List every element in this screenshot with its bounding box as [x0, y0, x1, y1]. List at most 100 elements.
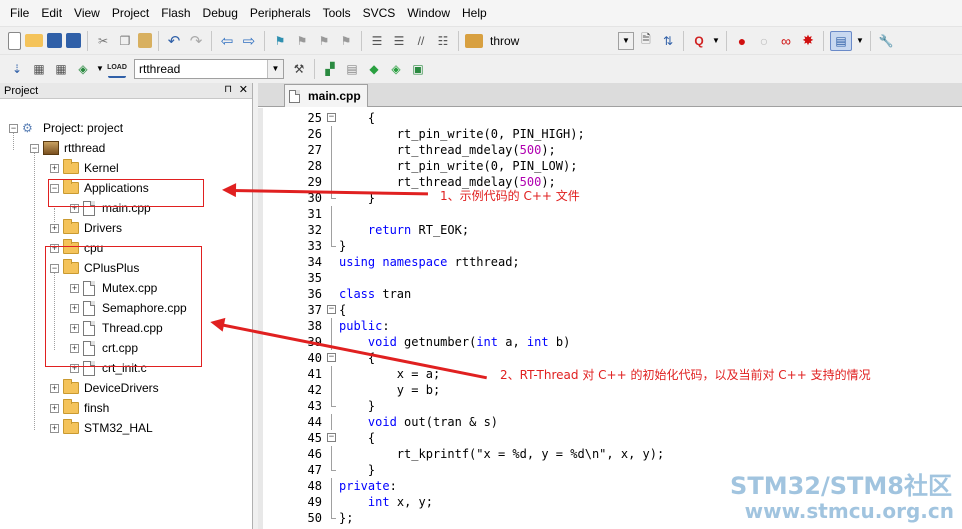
unindent-icon[interactable]: ☰	[390, 32, 408, 50]
tree-group-drivers[interactable]: + Drivers	[50, 218, 122, 238]
debug-session-icon[interactable]: Q	[690, 32, 708, 50]
paste-icon[interactable]	[138, 33, 152, 48]
expand-icon[interactable]: +	[50, 403, 59, 413]
standard-toolbar: ✂ ❐ ↶ ↷ ⇦ ⇨ ⚑ ⚑ ⚑ ⚑ ☰ ☰ // ☷ throw ▼ 🗎 ⇅…	[0, 26, 962, 54]
translate-icon[interactable]: ⇣	[8, 60, 26, 78]
code-line[interactable]: 27 rt_thread_mdelay(500);	[258, 142, 962, 158]
code-line[interactable]: 34 using namespace rtthread;	[258, 254, 962, 270]
rebuild-icon[interactable]: ▦	[52, 60, 70, 78]
build-icon[interactable]: ▦	[30, 60, 48, 78]
menu-flash[interactable]: Flash	[155, 0, 196, 26]
menu-edit[interactable]: Edit	[35, 0, 68, 26]
chevron-down-icon[interactable]: ▼	[618, 31, 634, 50]
code-line[interactable]: 31	[258, 206, 962, 222]
code-line[interactable]: 45− {	[258, 430, 962, 446]
code-line[interactable]: 25− {	[258, 110, 962, 126]
tree-group-kernel[interactable]: + Kernel	[50, 158, 119, 178]
code-line[interactable]: 42 y = b;	[258, 382, 962, 398]
menu-project[interactable]: Project	[106, 0, 155, 26]
code-text: }	[339, 463, 376, 477]
code-line[interactable]: 43 }	[258, 398, 962, 414]
nav-forward-icon[interactable]: ⇨	[240, 32, 258, 50]
file-extensions-icon[interactable]: ▤	[343, 60, 361, 78]
save-all-icon[interactable]	[66, 33, 81, 48]
code-line[interactable]: 36 class tran	[258, 286, 962, 302]
pack-installer-icon[interactable]: ◈	[387, 60, 405, 78]
uncomment-icon[interactable]: ☷	[434, 32, 452, 50]
window-layout-icon[interactable]: ▤	[830, 30, 852, 51]
pin-icon[interactable]: ⊓	[224, 84, 232, 95]
code-line[interactable]: 28 rt_pin_write(0, PIN_LOW);	[258, 158, 962, 174]
replace-icon[interactable]: ⇅	[659, 32, 677, 50]
open-folder-icon[interactable]	[25, 34, 43, 47]
breakpoint-kill-all-icon[interactable]: ✸	[799, 32, 817, 50]
expand-icon[interactable]: +	[50, 423, 59, 433]
tree-group-stm32-hal[interactable]: + STM32_HAL	[50, 418, 153, 438]
code-line[interactable]: 33}	[258, 238, 962, 254]
code-line[interactable]: 29 rt_thread_mdelay(500);	[258, 174, 962, 190]
menu-tools[interactable]: Tools	[317, 0, 357, 26]
code-line[interactable]: 39 void getnumber(int a, int b)	[258, 334, 962, 350]
expand-icon[interactable]: +	[50, 383, 59, 393]
manage-components-icon[interactable]: ▞	[321, 60, 339, 78]
manage-rte-icon[interactable]: ◆	[365, 60, 383, 78]
fold-toggle-icon[interactable]: −	[327, 302, 338, 318]
code-line[interactable]: 46 rt_kprintf("x = %d, y = %d\n", x, y);	[258, 446, 962, 462]
comment-icon[interactable]: //	[412, 32, 430, 50]
undo-icon[interactable]: ↶	[165, 32, 183, 50]
tree-group-finsh[interactable]: + finsh	[50, 398, 109, 418]
code-line[interactable]: 37−{	[258, 302, 962, 318]
bookmark-icon[interactable]: ⚑	[271, 32, 289, 50]
collapse-icon[interactable]: −	[9, 123, 18, 133]
new-file-icon[interactable]	[8, 31, 21, 50]
target-options-icon[interactable]: ⚒	[290, 60, 308, 78]
code-line[interactable]: 38 public:	[258, 318, 962, 334]
find-combo[interactable]: throw ▼	[485, 31, 635, 51]
expand-icon[interactable]: +	[50, 223, 59, 233]
chevron-down-icon[interactable]: ▼	[856, 32, 864, 50]
chevron-down-icon[interactable]: ▼	[712, 32, 720, 50]
load-icon[interactable]: LOAD	[107, 60, 127, 78]
target-select[interactable]: rtthread ▼	[134, 58, 284, 79]
save-icon[interactable]	[47, 33, 62, 48]
breakpoint-insert-icon[interactable]: ●	[733, 32, 751, 50]
cut-icon[interactable]: ✂	[94, 32, 112, 50]
code-line[interactable]: 26 rt_pin_write(0, PIN_HIGH);	[258, 126, 962, 142]
bookmark-clear-icon[interactable]: ⚑	[337, 32, 355, 50]
code-line[interactable]: 44 void out(tran & s)	[258, 414, 962, 430]
code-line[interactable]: 32 return RT_EOK;	[258, 222, 962, 238]
copy-icon[interactable]: ❐	[116, 32, 134, 50]
bookmark-next-icon[interactable]: ⚑	[315, 32, 333, 50]
configure-icon[interactable]: 🔧	[877, 32, 895, 50]
breakpoint-disable-all-icon[interactable]: ∞	[777, 32, 795, 50]
close-icon[interactable]: ✕	[239, 83, 248, 96]
tree-group-devicedrivers[interactable]: + DeviceDrivers	[50, 378, 159, 398]
collapse-icon[interactable]: −	[30, 143, 39, 153]
menu-svcs[interactable]: SVCS	[357, 0, 402, 26]
menu-window[interactable]: Window	[401, 0, 456, 26]
fold-toggle-icon[interactable]: −	[327, 350, 338, 366]
redo-icon[interactable]: ↷	[187, 32, 205, 50]
menu-file[interactable]: File	[4, 0, 35, 26]
fold-toggle-icon[interactable]: −	[327, 430, 338, 446]
menu-help[interactable]: Help	[456, 0, 493, 26]
chevron-down-icon[interactable]: ▼	[267, 59, 283, 78]
find-in-files-icon[interactable]	[465, 33, 483, 48]
fold-toggle-icon[interactable]: −	[327, 110, 338, 126]
nav-back-icon[interactable]: ⇦	[218, 32, 236, 50]
code-line[interactable]: 35	[258, 270, 962, 286]
indent-icon[interactable]: ☰	[368, 32, 386, 50]
tab-main-cpp[interactable]: main.cpp	[284, 84, 368, 107]
tree-root-project[interactable]: − ⚙ Project: project	[9, 118, 123, 138]
bookmark-prev-icon[interactable]: ⚑	[293, 32, 311, 50]
expand-icon[interactable]: +	[50, 163, 59, 173]
find-icon[interactable]: 🗎	[637, 32, 655, 50]
chevron-down-icon[interactable]: ▼	[96, 60, 104, 78]
batch-build-icon[interactable]: ◈	[74, 60, 92, 78]
menu-peripherals[interactable]: Peripherals	[244, 0, 317, 26]
tree-target[interactable]: − rtthread	[30, 138, 105, 158]
breakpoint-disable-icon[interactable]: ○	[755, 32, 773, 50]
select-packs-icon[interactable]: ▣	[409, 60, 427, 78]
menu-debug[interactable]: Debug	[197, 0, 244, 26]
menu-view[interactable]: View	[68, 0, 106, 26]
